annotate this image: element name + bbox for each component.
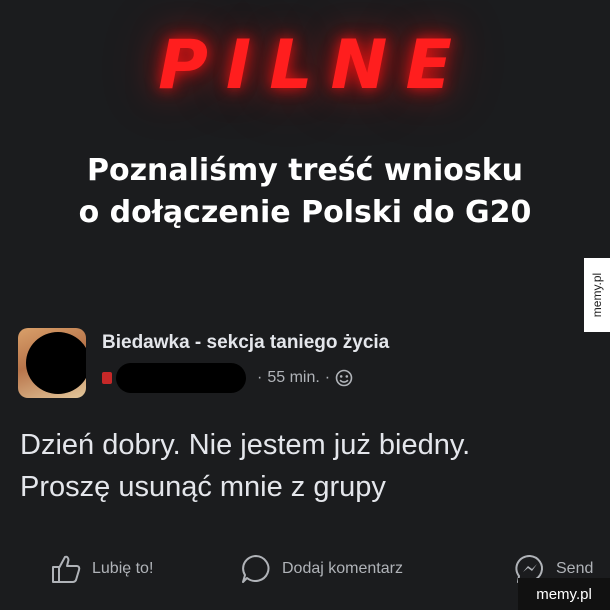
subhead-line-2: o dołączenie Polski do G20 xyxy=(78,195,532,230)
group-name-link[interactable]: Biedawka - sekcja taniego życia xyxy=(102,332,389,354)
comment-icon xyxy=(242,555,270,583)
author-name-redacted[interactable] xyxy=(116,363,246,393)
subhead-line-1: Poznaliśmy treść wniosku xyxy=(86,153,524,188)
globe-icon xyxy=(335,369,353,387)
send-label: Send xyxy=(556,560,594,577)
author-badge xyxy=(102,372,112,384)
comment-button[interactable]: Dodaj komentarz xyxy=(240,552,403,586)
headline-pilne: PILNE xyxy=(158,26,470,105)
post-time[interactable]: 55 min. xyxy=(267,369,319,387)
corner-watermark: memy.pl xyxy=(518,578,610,610)
like-label: Lubię to! xyxy=(92,560,154,577)
like-button[interactable]: Lubię to! xyxy=(50,552,153,586)
group-avatar[interactable] xyxy=(18,328,86,398)
side-watermark: memy.pl xyxy=(584,258,610,332)
side-watermark-text: memy.pl xyxy=(590,272,605,318)
post-message: Dzień dobry. Nie jestem już biedny. Pros… xyxy=(20,424,470,508)
meme-canvas: PILNE Poznaliśmy treść wniosku o dołącze… xyxy=(0,0,610,610)
avatar-redaction xyxy=(26,332,86,394)
subhead: Poznaliśmy treść wniosku o dołączenie Po… xyxy=(0,150,610,234)
message-line-1: Dzień dobry. Nie jestem już biedny. xyxy=(20,429,471,461)
message-line-2: Proszę usunąć mnie z grupy xyxy=(20,471,386,503)
thumbs-up-icon xyxy=(52,555,81,583)
comment-label: Dodaj komentarz xyxy=(282,560,403,577)
post-meta: · 55 min. · xyxy=(102,363,353,393)
meta-separator: · xyxy=(257,369,263,386)
meta-separator: · xyxy=(324,369,331,386)
